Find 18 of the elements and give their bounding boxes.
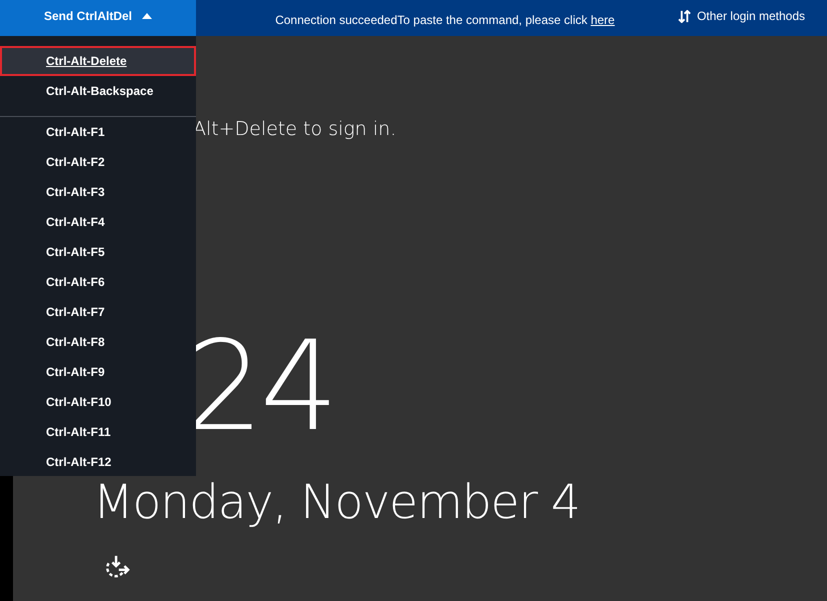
menu-item[interactable]: Ctrl-Alt-F7 [0, 297, 196, 327]
menu-item[interactable]: Ctrl-Alt-F2 [0, 147, 196, 177]
menu-item[interactable]: Ctrl-Alt-Backspace [0, 76, 196, 106]
menu-item[interactable]: Ctrl-Alt-F6 [0, 267, 196, 297]
menu-item[interactable]: Ctrl-Alt-F4 [0, 207, 196, 237]
menu-item[interactable]: Ctrl-Alt-F3 [0, 177, 196, 207]
menu-item[interactable]: Ctrl-Alt-Delete [0, 46, 196, 76]
date-text: Monday, November 4 [93, 479, 581, 526]
menu-item[interactable]: Ctrl-Alt-F5 [0, 237, 196, 267]
other-login-methods-button[interactable]: Other login methods [672, 9, 827, 27]
menu-item[interactable]: Ctrl-Alt-F12 [0, 447, 196, 477]
here-link[interactable]: here [590, 12, 615, 26]
menu-item[interactable]: Ctrl-Alt-F1 [0, 117, 196, 147]
swap-arrows-icon [678, 10, 691, 22]
connection-notice: Connection succeededTo paste the command, please click here [275, 12, 615, 26]
sign-in-prompt: Alt+Delete to sign in. [193, 118, 398, 140]
send-ctrlaltdel-button[interactable]: Send CtrlAltDel [0, 0, 196, 36]
ease-of-access-icon[interactable] [104, 554, 130, 580]
